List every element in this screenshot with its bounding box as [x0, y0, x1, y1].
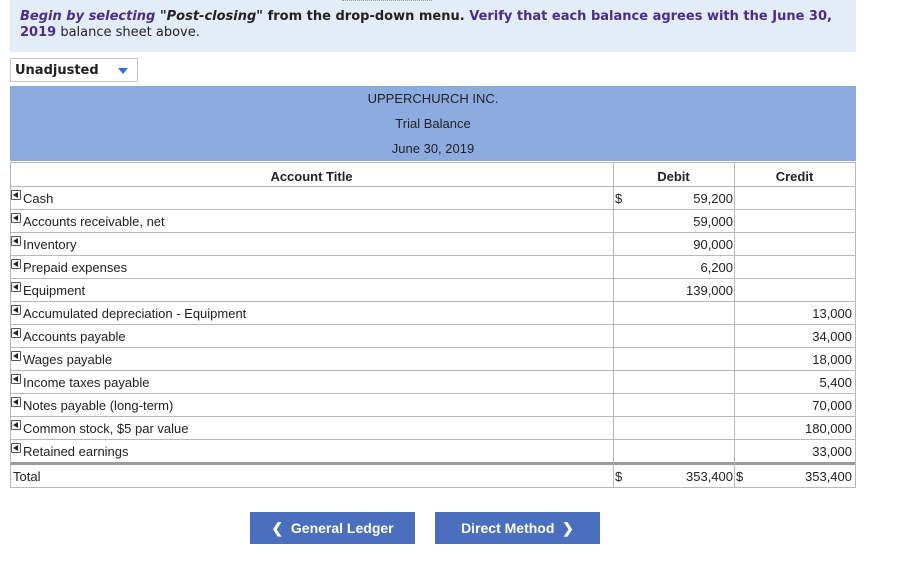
instruction-year: 2019: [20, 25, 57, 40]
chevron-left-icon: ❮: [271, 520, 291, 536]
credit-input[interactable]: 18,000: [740, 352, 852, 367]
credit-input[interactable]: 34,000: [740, 329, 852, 344]
statement-title: Trial Balance: [395, 116, 471, 131]
chevron-down-icon: [118, 68, 128, 74]
table-row: Wages payable 18,000: [10, 348, 856, 371]
table-row: Retained earnings 33,000: [10, 440, 856, 463]
account-title-input[interactable]: Notes payable (long-term): [23, 398, 173, 413]
return-arrow-icon[interactable]: [11, 374, 21, 384]
dropdown-value: Unadjusted: [15, 63, 99, 78]
return-arrow-icon[interactable]: [11, 351, 21, 361]
total-label: Total: [13, 469, 41, 484]
credit-input[interactable]: 180,000: [740, 421, 852, 436]
credit-input[interactable]: 33,000: [740, 444, 852, 459]
table-row: Equipment 139,000: [10, 279, 856, 302]
account-title-input[interactable]: Accounts payable: [23, 329, 126, 344]
instruction-from: from the drop-down menu.: [263, 9, 465, 24]
prev-button-label: General Ledger: [290, 520, 394, 536]
credit-input[interactable]: 70,000: [740, 398, 852, 413]
total-credit: 353,400: [805, 469, 852, 484]
total-row: Total $ 353,400 $ 353,400: [10, 465, 856, 488]
account-title-input[interactable]: Wages payable: [23, 352, 112, 367]
table-row: Common stock, $5 par value 180,000: [10, 417, 856, 440]
return-arrow-icon[interactable]: [11, 282, 21, 292]
instruction-end: balance sheet above.: [56, 25, 200, 40]
table-row: Income taxes payable 5,400: [10, 371, 856, 394]
trial-balance-table: Account Title Debit Credit Cash $ 59,200…: [10, 162, 856, 489]
return-arrow-icon[interactable]: [11, 443, 21, 453]
column-header-debit: Debit: [657, 169, 690, 184]
return-arrow-icon[interactable]: [11, 236, 21, 246]
debit-input[interactable]: 139,000: [614, 283, 733, 298]
return-arrow-icon[interactable]: [11, 420, 21, 430]
credit-input[interactable]: 13,000: [740, 306, 852, 321]
statement-date: June 30, 2019: [391, 141, 475, 156]
account-title-input[interactable]: Inventory: [23, 237, 76, 252]
direct-method-button[interactable]: Direct Method ❯: [435, 512, 600, 544]
trial-balance-type-dropdown[interactable]: Unadjusted: [10, 58, 138, 82]
account-title-input[interactable]: Income taxes payable: [23, 375, 149, 390]
account-title-input[interactable]: Common stock, $5 par value: [23, 421, 188, 436]
debit-input[interactable]: 59,200: [614, 191, 733, 206]
company-name: UPPERCHURCH INC.: [367, 91, 499, 106]
statement-header: UPPERCHURCH INC. Trial Balance June 30, …: [10, 86, 856, 161]
account-title-input[interactable]: Cash: [23, 191, 53, 206]
instruction-box: Begin by selecting "Post-closing" from t…: [10, 0, 856, 52]
table-row: Prepaid expenses 6,200: [10, 256, 856, 279]
return-arrow-icon[interactable]: [11, 259, 21, 269]
credit-input[interactable]: 5,400: [740, 375, 852, 390]
debit-input[interactable]: 6,200: [614, 260, 733, 275]
return-arrow-icon[interactable]: [11, 397, 21, 407]
return-arrow-icon[interactable]: [11, 213, 21, 223]
instruction-option: "Post-closing": [159, 9, 264, 24]
instruction-verify: Verify that each balance agrees with the…: [464, 9, 832, 24]
column-header-credit: Credit: [775, 169, 814, 184]
next-button-label: Direct Method: [461, 520, 555, 536]
chevron-right-icon: ❯: [554, 520, 574, 536]
debit-input[interactable]: 59,000: [614, 214, 733, 229]
account-title-input[interactable]: Prepaid expenses: [23, 260, 127, 275]
return-arrow-icon[interactable]: [11, 305, 21, 315]
general-ledger-button[interactable]: ❮ General Ledger: [250, 512, 415, 544]
table-row: Accumulated depreciation - Equipment 13,…: [10, 302, 856, 325]
debit-input[interactable]: 90,000: [614, 237, 733, 252]
return-arrow-icon[interactable]: [11, 190, 21, 200]
table-row: Notes payable (long-term) 70,000: [10, 394, 856, 417]
table-row: Accounts payable 34,000: [10, 325, 856, 348]
table-row: Cash $ 59,200: [10, 187, 856, 210]
column-header-account: Account Title: [270, 169, 353, 184]
dotted-divider: [342, 0, 432, 1]
instruction-begin: Begin by selecting: [20, 9, 160, 24]
account-title-input[interactable]: Accumulated depreciation - Equipment: [23, 306, 246, 321]
return-arrow-icon[interactable]: [11, 328, 21, 338]
total-debit: 353,400: [686, 469, 733, 484]
account-title-input[interactable]: Retained earnings: [23, 444, 129, 459]
table-row: Inventory 90,000: [10, 233, 856, 256]
table-row: Accounts receivable, net 59,000: [10, 210, 856, 233]
account-title-input[interactable]: Accounts receivable, net: [23, 214, 165, 229]
account-title-input[interactable]: Equipment: [23, 283, 85, 298]
